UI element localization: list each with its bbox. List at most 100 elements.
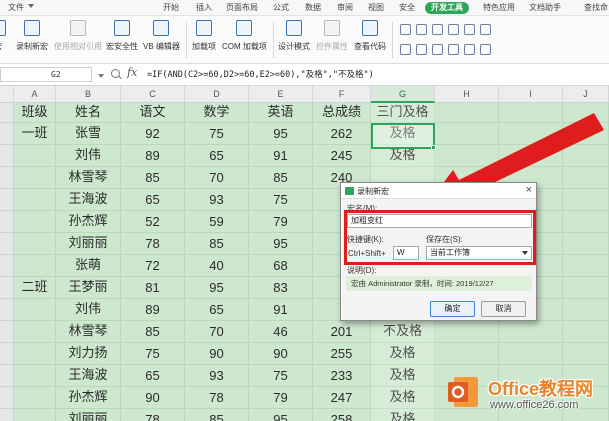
table-cell[interactable] (499, 103, 563, 123)
row-header[interactable] (0, 103, 14, 123)
zoom-icon[interactable] (111, 69, 120, 78)
table-cell[interactable]: 及格 (371, 409, 435, 421)
table-cell[interactable] (563, 189, 609, 211)
table-cell[interactable]: 刘伟 (56, 145, 121, 167)
table-cell[interactable] (499, 145, 563, 167)
table-cell[interactable]: 王梦丽 (56, 277, 121, 299)
table-cell[interactable] (563, 299, 609, 321)
header-cell[interactable]: 英语 (249, 103, 313, 123)
table-cell[interactable]: 258 (313, 409, 371, 421)
table-cell[interactable]: 刘力扬 (56, 343, 121, 365)
tab-doc-assistant[interactable]: 文档助手 (529, 2, 561, 14)
table-cell[interactable]: 65 (121, 189, 185, 211)
table-cell[interactable] (14, 365, 56, 387)
header-cell[interactable]: 总成绩 (313, 103, 371, 123)
row-header[interactable] (0, 255, 14, 277)
table-cell[interactable]: 75 (249, 189, 313, 211)
table-cell[interactable]: 70 (185, 167, 249, 189)
addins-button[interactable]: 加载项 (192, 20, 216, 52)
table-cell[interactable]: 255 (313, 343, 371, 365)
table-cell[interactable] (435, 343, 499, 365)
table-cell[interactable] (14, 189, 56, 211)
tab-page-layout[interactable]: 页面布局 (226, 2, 258, 14)
table-cell[interactable] (499, 321, 563, 343)
table-cell[interactable] (435, 145, 499, 167)
table-cell[interactable]: 85 (185, 233, 249, 255)
header-cell[interactable]: 语文 (121, 103, 185, 123)
table-cell[interactable] (563, 145, 609, 167)
table-cell[interactable]: 89 (121, 145, 185, 167)
table-cell[interactable] (563, 233, 609, 255)
row-header[interactable] (0, 123, 14, 145)
select-all-corner[interactable] (0, 86, 14, 103)
table-cell[interactable] (14, 255, 56, 277)
table-cell[interactable]: 93 (185, 365, 249, 387)
row-header[interactable] (0, 299, 14, 321)
header-cell[interactable]: 班级 (14, 103, 56, 123)
column-header-c[interactable]: C (121, 86, 185, 103)
table-cell[interactable] (435, 321, 499, 343)
table-cell[interactable]: 72 (121, 255, 185, 277)
table-cell[interactable]: 247 (313, 387, 371, 409)
button-control-icon[interactable] (464, 24, 475, 35)
table-cell[interactable]: 68 (249, 255, 313, 277)
macro-name-input[interactable]: 加粗变红 (347, 214, 532, 228)
row-header[interactable] (0, 343, 14, 365)
table-cell[interactable]: 262 (313, 123, 371, 145)
tab-security[interactable]: 安全 (399, 2, 415, 14)
ok-button[interactable]: 确定 (430, 301, 475, 317)
table-cell[interactable]: 89 (121, 299, 185, 321)
table-cell[interactable] (14, 299, 56, 321)
tab-data[interactable]: 数据 (305, 2, 321, 14)
row-header[interactable] (0, 145, 14, 167)
row-header[interactable] (0, 277, 14, 299)
tab-review[interactable]: 审阅 (337, 2, 353, 14)
com-addins-button[interactable]: COM 加载项 (222, 20, 267, 52)
table-cell[interactable]: 75 (121, 343, 185, 365)
table-cell[interactable] (563, 321, 609, 343)
table-cell[interactable] (499, 123, 563, 145)
tab-view[interactable]: 视图 (368, 2, 384, 14)
table-cell[interactable]: 46 (249, 321, 313, 343)
table-cell[interactable] (435, 103, 499, 123)
table-cell[interactable]: 王海波 (56, 189, 121, 211)
table-cell[interactable]: 孙杰辉 (56, 211, 121, 233)
table-cell[interactable]: 90 (185, 343, 249, 365)
header-cell[interactable]: 姓名 (56, 103, 121, 123)
header-cell[interactable]: 数学 (185, 103, 249, 123)
table-cell[interactable]: 不及格 (371, 321, 435, 343)
table-cell[interactable] (563, 211, 609, 233)
table-cell[interactable]: 233 (313, 365, 371, 387)
control-props-button[interactable]: 控件属性 (316, 20, 348, 52)
table-cell[interactable]: 79 (249, 211, 313, 233)
spin-control-icon[interactable] (432, 44, 443, 55)
table-cell[interactable]: 林雪琴 (56, 167, 121, 189)
table-cell[interactable]: 85 (121, 321, 185, 343)
tab-developer[interactable]: 开发工具 (425, 2, 469, 14)
tab-file[interactable]: 文件 (8, 2, 24, 14)
chevron-down-icon[interactable] (28, 4, 34, 8)
table-cell[interactable]: 95 (249, 123, 313, 145)
table-cell[interactable]: 95 (249, 409, 313, 421)
table-cell[interactable] (563, 167, 609, 189)
textbox-control-icon[interactable] (400, 44, 411, 55)
table-cell[interactable] (14, 167, 56, 189)
table-cell[interactable]: 90 (121, 387, 185, 409)
table-cell[interactable] (14, 211, 56, 233)
tab-home[interactable]: 开始 (163, 2, 179, 14)
table-cell[interactable]: 刘伟 (56, 299, 121, 321)
relative-ref-button[interactable]: 使用相对引用 (54, 20, 102, 52)
table-cell[interactable] (563, 343, 609, 365)
table-cell[interactable] (563, 123, 609, 145)
table-cell[interactable]: 95 (249, 233, 313, 255)
table-cell[interactable]: 52 (121, 211, 185, 233)
table-cell[interactable]: 91 (249, 145, 313, 167)
table-cell[interactable]: 90 (249, 343, 313, 365)
column-header-f[interactable]: F (313, 86, 371, 103)
table-cell[interactable]: 93 (185, 189, 249, 211)
column-header-b[interactable]: B (56, 86, 121, 103)
column-header-i[interactable]: I (499, 86, 563, 103)
row-header[interactable] (0, 211, 14, 233)
table-cell[interactable]: 刘丽丽 (56, 233, 121, 255)
table-cell[interactable] (14, 145, 56, 167)
